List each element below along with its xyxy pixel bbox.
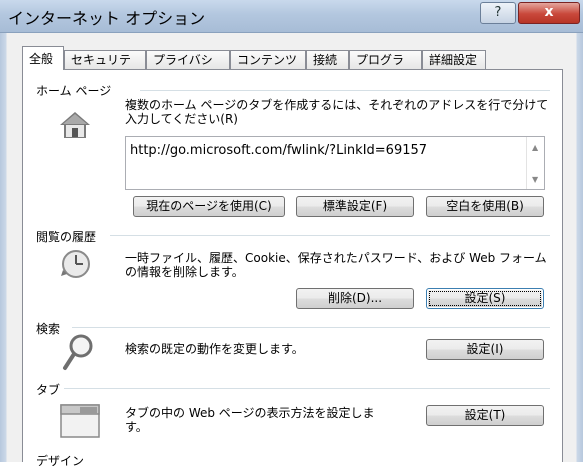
scroll-up-icon[interactable]: ▲	[532, 143, 538, 152]
history-description-line2: の情報を削除します。	[125, 265, 244, 279]
tab-content[interactable]: コンテンツ	[230, 50, 306, 69]
search-description: 検索の既定の動作を変更します。	[125, 342, 304, 356]
tabs-settings-button[interactable]: 設定(T)	[426, 405, 544, 426]
house-icon	[60, 112, 90, 138]
help-button[interactable]: ?	[480, 2, 516, 24]
tab-privacy[interactable]: プライバシー	[146, 50, 230, 85]
magnifier-icon	[63, 334, 93, 370]
use-blank-button[interactable]: 空白を使用(B)	[426, 196, 544, 217]
tabs-section-title: タブ	[36, 381, 65, 398]
delete-history-button[interactable]: 削除(D)...	[296, 288, 414, 309]
textarea-scrollbar[interactable]: ▲ ▼	[526, 137, 544, 189]
home-description-line2: 入力してください(R)	[125, 112, 238, 126]
design-section-title: デザイン	[36, 452, 89, 469]
use-default-button[interactable]: 標準設定(F)	[296, 196, 414, 217]
tabs-description-line1: タブの中の Web ページの表示方法を設定しま	[125, 406, 375, 420]
search-settings-button[interactable]: 設定(I)	[426, 339, 544, 360]
tab-panel-general	[22, 69, 563, 462]
search-section-title: 検索	[36, 320, 65, 337]
use-current-button[interactable]: 現在のページを使用(C)	[133, 196, 285, 217]
history-divider	[110, 235, 550, 236]
tabs-divider	[62, 388, 550, 389]
home-section-title: ホーム ページ	[36, 82, 116, 99]
tab-advanced[interactable]: 詳細設定	[422, 50, 486, 69]
history-description-line1: 一時ファイル、履歴、Cookie、保存されたパスワード、および Web フォーム	[125, 251, 547, 265]
home-description-line1: 複数のホーム ページのタブを作成するには、それぞれのアドレスを行で分けて	[125, 98, 549, 112]
window-title: インターネット オプション	[8, 9, 206, 28]
home-divider	[140, 90, 550, 91]
title-bar[interactable]: インターネット オプション ? x	[0, 0, 583, 33]
history-section-title: 閲覧の履歴	[36, 228, 101, 245]
tabs-description-line2: す。	[125, 420, 148, 434]
tab-programs[interactable]: プログラム	[349, 50, 422, 85]
tabbed-window-icon	[60, 404, 100, 438]
tab-general[interactable]: 全般	[22, 46, 64, 70]
search-divider	[72, 327, 550, 328]
tab-connections[interactable]: 接続	[306, 50, 349, 69]
history-clock-icon	[61, 250, 90, 278]
home-page-textarea[interactable]: http://go.microsoft.com/fwlink/?LinkId=6…	[125, 136, 545, 190]
history-settings-button[interactable]: 設定(S)	[426, 288, 544, 309]
scroll-down-icon[interactable]: ▼	[532, 175, 538, 184]
home-page-url: http://go.microsoft.com/fwlink/?LinkId=6…	[130, 143, 428, 158]
close-button[interactable]: x	[518, 2, 580, 24]
tab-security[interactable]: セキュリティ	[64, 50, 146, 85]
